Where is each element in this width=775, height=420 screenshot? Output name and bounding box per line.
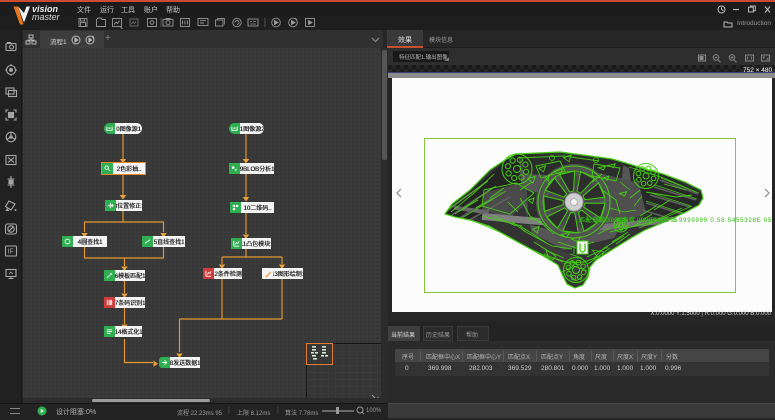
svg-text:IF: IF (7, 249, 13, 256)
